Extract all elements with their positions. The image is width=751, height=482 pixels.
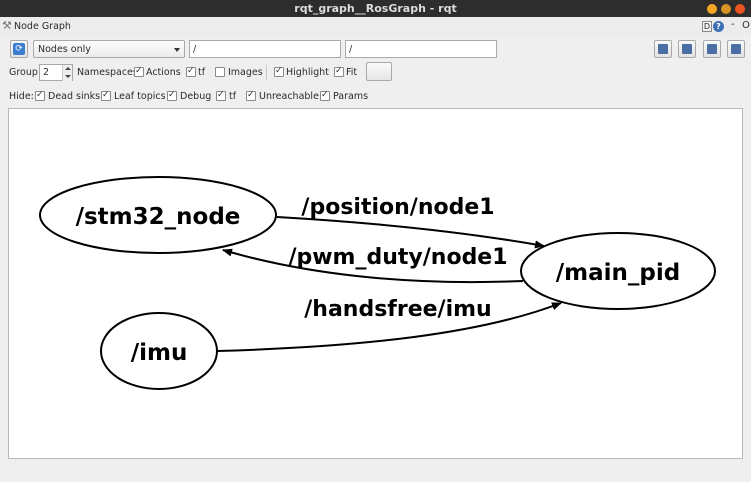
leaf-topics-checkbox[interactable] — [101, 90, 111, 101]
namespaces-label: Namespaces — [77, 67, 138, 78]
group-label: Group: — [9, 67, 42, 78]
fit-checkbox[interactable] — [334, 66, 344, 77]
maximize-button[interactable] — [721, 4, 731, 14]
highlight-label: Highlight — [286, 67, 329, 78]
chevron-down-icon — [174, 48, 180, 52]
unreachable-label: Unreachable — [259, 91, 319, 102]
folder-icon — [658, 44, 668, 54]
save-dot-button[interactable] — [678, 40, 696, 58]
unreachable-checkbox[interactable] — [246, 90, 256, 101]
save-svg-icon — [707, 44, 717, 54]
group-value: 2 — [43, 67, 50, 78]
node-stm32[interactable]: /stm32_node — [39, 176, 277, 254]
hide-label: Hide: — [9, 91, 34, 102]
node-imu[interactable]: /imu — [100, 312, 218, 390]
edge-position-label: /position/node1 — [301, 195, 494, 220]
image-icon — [731, 44, 741, 54]
include-filter-field[interactable] — [189, 40, 341, 58]
params-label: Params — [333, 91, 369, 102]
load-dot-button[interactable] — [654, 40, 672, 58]
spin-down-icon[interactable] — [62, 73, 72, 81]
refresh-button[interactable]: ⟳ — [10, 40, 28, 58]
fit-in-view-button[interactable] — [366, 62, 392, 81]
refresh-icon: ⟳ — [13, 43, 25, 55]
edge-position[interactable] — [276, 216, 545, 249]
tf-checkbox[interactable] — [186, 66, 196, 77]
images-label: Images — [228, 67, 263, 78]
actions-label: Actions — [146, 67, 181, 78]
exclude-filter-field[interactable] — [345, 40, 497, 58]
spin-up-icon[interactable] — [62, 65, 72, 73]
minimize-button[interactable] — [707, 4, 717, 14]
window-title: rqt_graph__RosGraph - rqt — [294, 2, 457, 15]
images-checkbox[interactable] — [215, 67, 225, 77]
debug-checkbox[interactable] — [167, 90, 177, 101]
graph-type-value: Nodes only — [38, 44, 91, 55]
dock-d-button[interactable]: D — [702, 21, 712, 32]
close-button[interactable] — [735, 4, 745, 14]
edge-handsfree-label: /handsfree/imu — [304, 297, 491, 322]
actions-checkbox[interactable] — [134, 66, 144, 77]
dead-sinks-label: Dead sinks — [48, 91, 101, 102]
dead-sinks-checkbox[interactable] — [35, 90, 45, 101]
include-filter-input[interactable] — [190, 41, 340, 57]
hide-tf-checkbox[interactable] — [216, 90, 226, 101]
hide-tf-label: tf — [229, 91, 237, 102]
tf-label: tf — [198, 67, 206, 78]
leaf-topics-label: Leaf topics — [114, 91, 166, 102]
help-icon[interactable]: ? — [713, 21, 724, 32]
exclude-filter-input[interactable] — [346, 41, 496, 57]
close-plugin-button[interactable]: O — [742, 20, 750, 31]
graph-options-row: Group: 2 Namespaces Actions tf Images Hi… — [0, 62, 751, 82]
plugin-tool-icon: ⚒ — [2, 19, 12, 32]
node-imu-label: /imu — [131, 340, 188, 366]
node-stm32-label: /stm32_node — [76, 204, 241, 230]
save-icon — [682, 44, 692, 54]
params-checkbox[interactable] — [320, 90, 330, 101]
save-image-button[interactable] — [727, 40, 745, 58]
graph-toolbar: ⟳ Nodes only — [0, 36, 751, 62]
save-svg-button[interactable] — [703, 40, 721, 58]
hide-options-row: Hide: Dead sinks Leaf topics Debug tf Un… — [0, 86, 751, 106]
minimize-plugin-button[interactable]: - — [731, 19, 735, 30]
graph-type-select[interactable]: Nodes only — [33, 40, 185, 58]
highlight-checkbox[interactable] — [274, 66, 284, 77]
edge-pwm-duty-label: /pwm_duty/node1 — [288, 245, 507, 270]
plugin-header: ⚒ Node Graph D ? - O — [0, 17, 751, 36]
separator — [266, 65, 267, 80]
graph-canvas[interactable]: /stm32_node /main_pid /imu /position/nod… — [8, 108, 743, 459]
debug-label: Debug — [180, 91, 212, 102]
plugin-title: Node Graph — [14, 21, 71, 32]
fit-label: Fit — [346, 67, 358, 78]
node-main-pid-label: /main_pid — [556, 260, 680, 286]
node-main-pid[interactable]: /main_pid — [520, 232, 716, 310]
group-spinbox[interactable]: 2 — [39, 64, 73, 81]
graph-svg[interactable]: /stm32_node /main_pid /imu /position/nod… — [9, 109, 744, 460]
window-titlebar: rqt_graph__RosGraph - rqt — [0, 0, 751, 17]
